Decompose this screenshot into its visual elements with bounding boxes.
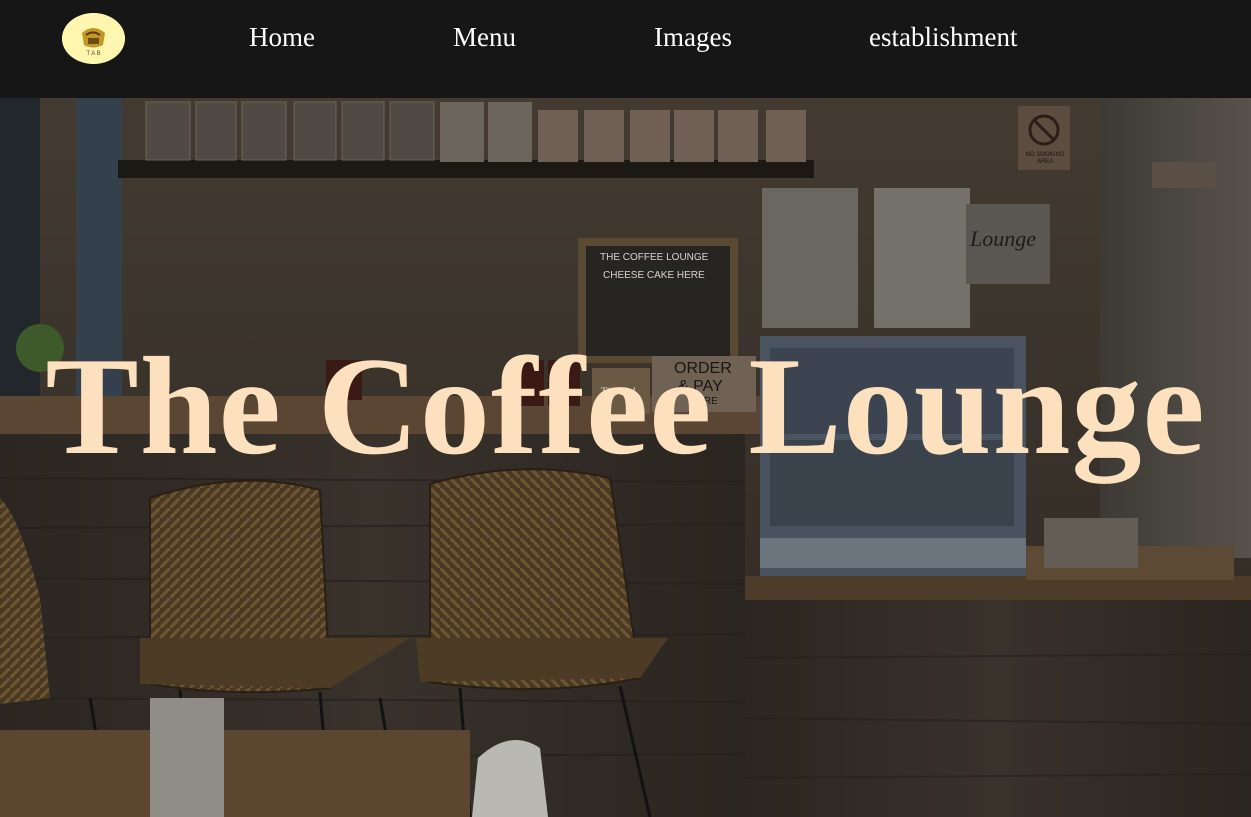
nav-link-menu[interactable]: Menu	[453, 20, 516, 54]
letterboard-line-1: THE COFFEE LOUNGE	[600, 252, 709, 263]
nav-link-home[interactable]: Home	[249, 20, 315, 54]
no-smoking-sign: NO SMOKING AREA	[1025, 152, 1065, 165]
cafe-logo-icon[interactable]: T A B	[62, 13, 125, 64]
nav-link-images[interactable]: Images	[654, 20, 732, 54]
top-navbar: T A B Home Menu Images establishment	[0, 0, 1251, 98]
hero-banner: THE COFFEE LOUNGE CHEESE CAKE HERE ORDER…	[0, 98, 1251, 817]
svg-text:T A B: T A B	[86, 51, 100, 57]
nav-link-establishment[interactable]: establishment	[869, 20, 1017, 54]
lounge-wall-sign: Lounge	[970, 226, 1036, 251]
hero-title: The Coffee Lounge	[45, 328, 1206, 484]
letterboard-line-2: CHEESE CAKE HERE	[603, 270, 705, 281]
